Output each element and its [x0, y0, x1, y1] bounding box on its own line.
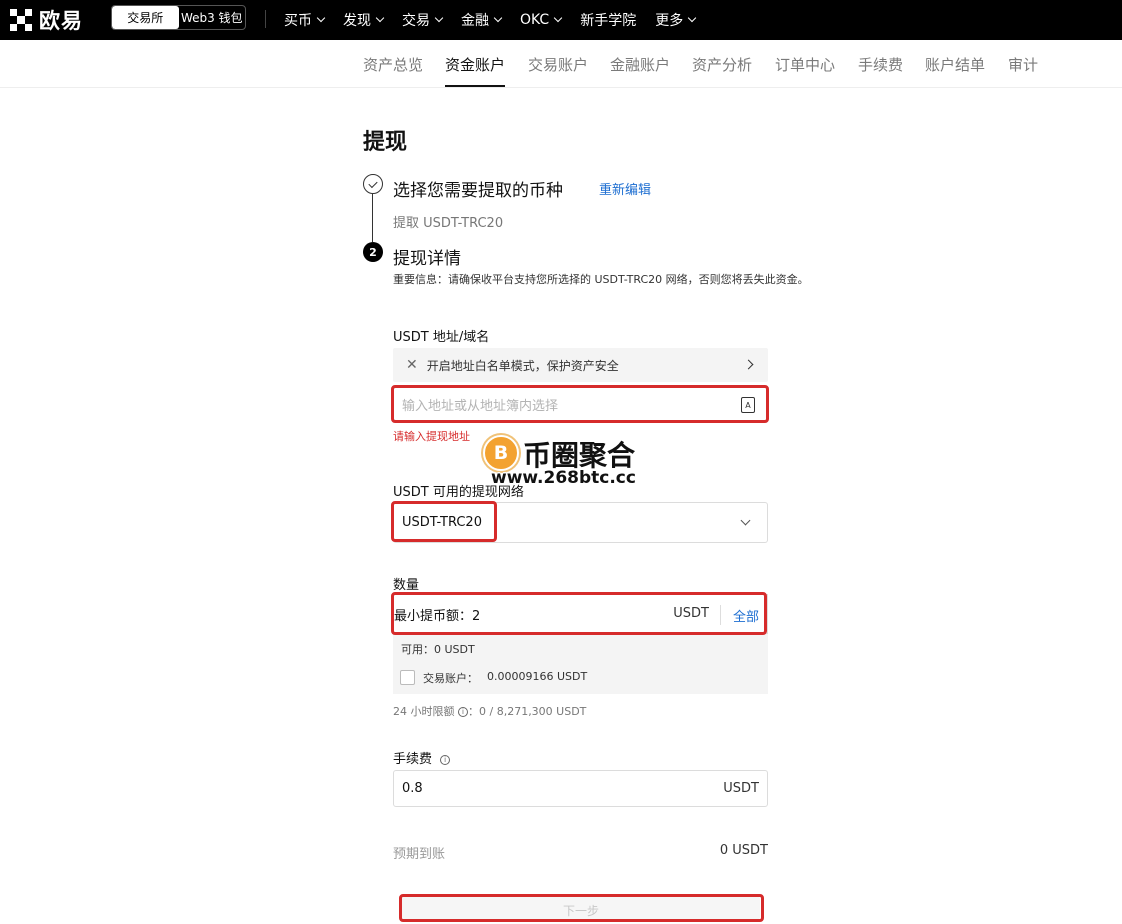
bitcoin-icon: B — [483, 435, 519, 471]
fee-field: 0.8 USDT — [393, 770, 768, 807]
trading-account-checkbox[interactable] — [400, 670, 415, 685]
subnav-audit[interactable]: 审计 — [1008, 54, 1038, 75]
address-placeholder: 输入地址或从地址簿内选择 — [402, 398, 559, 414]
expected-arrival-value: 0 USDT — [719, 843, 768, 858]
step1-check-icon — [363, 174, 383, 194]
okx-logo-icon — [10, 9, 32, 31]
address-error: 请输入提现地址 — [393, 430, 470, 443]
account-subnav: 资产总览 资金账户 交易账户 金融账户 资产分析 订单中心 手续费 账户结单 审… — [0, 40, 1122, 88]
chevron-down-icon — [493, 13, 503, 23]
brand-name: 欧易 — [39, 9, 83, 33]
nav-label: OKC — [520, 12, 550, 28]
nav-academy[interactable]: 新手学院 — [580, 10, 636, 30]
divider — [265, 10, 266, 28]
chevron-down-icon — [740, 515, 751, 526]
next-button[interactable]: 下一步 — [402, 897, 760, 919]
divider — [720, 605, 721, 625]
trading-account-value: 0.00009166 USDT — [487, 670, 588, 683]
amount-input[interactable]: 最小提币额：2 USDT 全部 — [393, 594, 768, 634]
close-icon[interactable]: ✕ — [406, 357, 418, 373]
address-input[interactable]: 输入地址或从地址簿内选择 A — [393, 387, 768, 421]
step2-title: 提现详情 — [393, 249, 461, 269]
nav-label: 金融 — [461, 13, 489, 29]
expected-arrival-label: 预期到账 — [393, 847, 446, 862]
network-selected-value: USDT-TRC20 — [402, 515, 482, 530]
top-bar: 欧易 交易所 Web3 钱包 买币 发现 交易 金融 OKC 新手学院 更多 — [0, 0, 1122, 40]
amount-placeholder: 最小提币额：2 — [394, 608, 481, 624]
tab-exchange[interactable]: 交易所 — [112, 6, 179, 29]
step1-summary: 提取 USDT-TRC20 — [393, 216, 504, 231]
whitelist-text: 开启地址白名单模式，保护资产安全 — [426, 358, 619, 373]
info-icon[interactable]: i — [440, 755, 451, 765]
mode-switch: 交易所 Web3 钱包 — [111, 5, 246, 30]
nav-discover[interactable]: 发现 — [343, 10, 385, 30]
nav-okc[interactable]: OKC — [520, 12, 563, 28]
limit-label: 24 小时限额 — [393, 705, 455, 718]
main-nav: 买币 发现 交易 金融 OKC 新手学院 更多 — [284, 0, 714, 40]
watermark-url: www.268btc.cc — [491, 468, 636, 488]
subnav-asset-overview[interactable]: 资产总览 — [363, 54, 423, 75]
chevron-down-icon — [375, 13, 385, 23]
max-amount-button[interactable]: 全部 — [733, 606, 759, 625]
subnav-order-center[interactable]: 订单中心 — [775, 54, 835, 75]
nav-label: 更多 — [655, 13, 684, 29]
daily-limit: 24 小时限额 i ：0 / 8,271,300 USDT — [393, 703, 586, 719]
watermark: B 币圈聚合 www.268btc.cc — [481, 430, 651, 492]
amount-label: 数量 — [393, 578, 420, 593]
chevron-right-icon — [743, 359, 754, 370]
fee-label-row: 手续费 i — [393, 748, 451, 767]
trading-account-label: 交易账户： — [423, 672, 478, 685]
nav-buy-crypto[interactable]: 买币 — [284, 10, 326, 30]
chevron-down-icon — [687, 13, 697, 23]
reedit-link[interactable]: 重新编辑 — [599, 179, 651, 198]
nav-more[interactable]: 更多 — [655, 10, 697, 30]
address-label: USDT 地址/域名 — [393, 330, 490, 345]
chevron-down-icon — [434, 13, 444, 23]
chevron-down-icon — [316, 13, 326, 23]
info-icon[interactable]: i — [458, 707, 468, 717]
limit-value: ：0 / 8,271,300 USDT — [468, 705, 587, 718]
subnav-asset-analysis[interactable]: 资产分析 — [692, 54, 752, 75]
active-tab-underline — [445, 85, 505, 87]
tab-web3-wallet[interactable]: Web3 钱包 — [179, 6, 246, 29]
network-select[interactable]: USDT-TRC20 — [393, 502, 768, 543]
subnav-trading-account[interactable]: 交易账户 — [528, 54, 588, 75]
fee-label: 手续费 — [393, 752, 433, 767]
nav-label: 交易 — [402, 13, 430, 29]
whitelist-banner[interactable]: ✕ 开启地址白名单模式，保护资产安全 — [393, 348, 768, 382]
okx-logo[interactable]: 欧易 — [10, 7, 83, 33]
chevron-down-icon — [553, 13, 563, 23]
page-title: 提现 — [363, 130, 408, 155]
nav-trade[interactable]: 交易 — [402, 10, 444, 30]
nav-label: 买币 — [284, 13, 312, 29]
nav-finance[interactable]: 金融 — [461, 10, 503, 30]
address-book-icon[interactable]: A — [741, 397, 755, 413]
step2-number-badge: 2 — [363, 242, 383, 262]
subnav-statements[interactable]: 账户结单 — [925, 54, 985, 75]
subnav-fees[interactable]: 手续费 — [858, 54, 903, 75]
subnav-funding-account[interactable]: 资金账户 — [445, 54, 505, 75]
network-notice: 重要信息：请确保收平台支持您所选择的 USDT-TRC20 网络，否则您将丢失此… — [393, 273, 809, 286]
fee-value: 0.8 — [402, 781, 423, 796]
available-balance: 可用：0 USDT — [401, 643, 475, 656]
step-connector — [372, 194, 373, 242]
nav-label: 发现 — [343, 13, 371, 29]
step1-title: 选择您需要提取的币种 — [393, 181, 563, 201]
nav-label: 新手学院 — [580, 13, 637, 29]
amount-unit: USDT — [673, 606, 709, 621]
fee-unit: USDT — [723, 781, 759, 796]
subnav-earn-account[interactable]: 金融账户 — [610, 54, 670, 75]
